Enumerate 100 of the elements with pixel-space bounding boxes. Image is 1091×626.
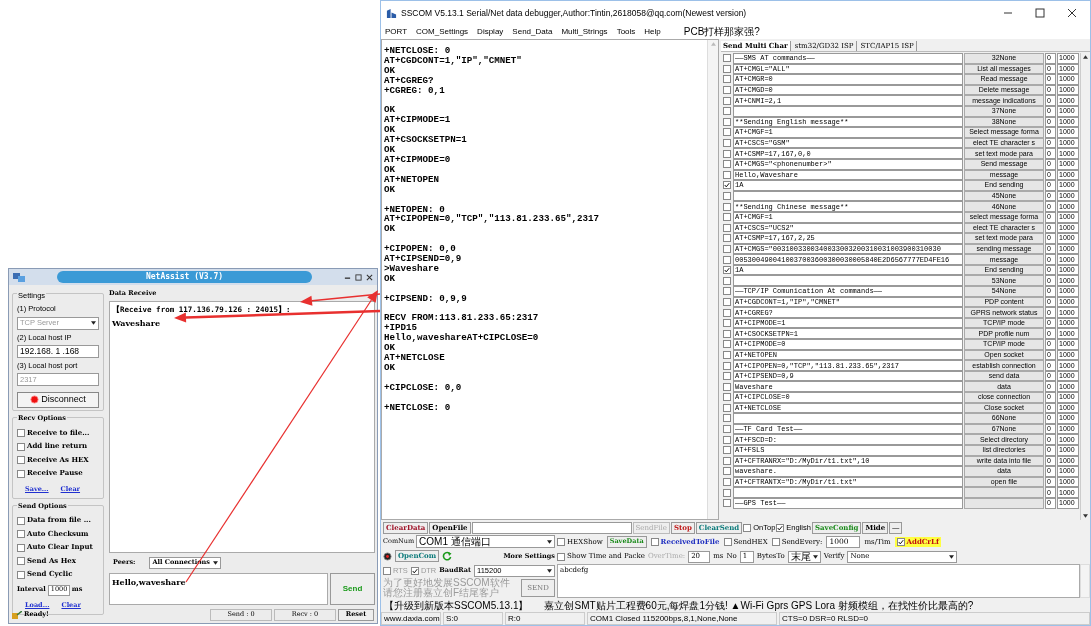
checkbox[interactable] bbox=[722, 382, 731, 391]
checkbox[interactable] bbox=[722, 329, 731, 338]
checkbox[interactable] bbox=[17, 469, 25, 478]
close-icon[interactable] bbox=[1067, 8, 1077, 18]
checkbox[interactable] bbox=[776, 524, 785, 532]
upgrade-text: 【升级到新版本SSCOM5.13.1】 bbox=[384, 598, 529, 613]
caret-icon bbox=[547, 568, 552, 573]
checkbox[interactable] bbox=[722, 107, 731, 116]
menu-item[interactable]: PCB打样那家强? bbox=[683, 26, 760, 38]
checkbox[interactable] bbox=[17, 442, 25, 451]
checkbox[interactable] bbox=[722, 319, 731, 328]
checkbox[interactable] bbox=[722, 340, 731, 349]
checkbox[interactable] bbox=[722, 54, 731, 63]
checkbox[interactable] bbox=[722, 456, 731, 465]
checkbox[interactable] bbox=[557, 552, 565, 561]
maximize-icon[interactable] bbox=[1035, 8, 1045, 18]
checkbox[interactable] bbox=[896, 538, 905, 546]
checkbox[interactable] bbox=[722, 425, 731, 434]
checkbox[interactable] bbox=[722, 192, 731, 200]
checkbox[interactable] bbox=[722, 308, 731, 317]
checkbox[interactable] bbox=[17, 557, 25, 565]
menu-item[interactable]: Tools bbox=[616, 26, 636, 38]
checkbox[interactable] bbox=[722, 117, 731, 126]
scroll-down-icon[interactable] bbox=[1082, 514, 1088, 518]
command-field[interactable] bbox=[733, 275, 963, 287]
checkbox[interactable] bbox=[722, 403, 731, 412]
received-text: Waveshare bbox=[112, 317, 162, 329]
checkbox[interactable] bbox=[722, 96, 731, 105]
checkbox[interactable] bbox=[722, 202, 731, 211]
checkbox[interactable] bbox=[722, 488, 731, 497]
ip-field[interactable]: 192.168. 1 .168 bbox=[17, 344, 99, 358]
caret-icon bbox=[812, 554, 818, 559]
command-field[interactable] bbox=[733, 105, 963, 117]
send-string-button[interactable] bbox=[964, 497, 1044, 509]
checkbox[interactable] bbox=[722, 499, 731, 508]
checkbox[interactable] bbox=[722, 255, 731, 264]
checkbox[interactable] bbox=[743, 524, 752, 532]
checkbox[interactable] bbox=[722, 350, 731, 359]
checkbox[interactable] bbox=[722, 86, 731, 95]
checkbox[interactable] bbox=[17, 570, 25, 579]
checkbox[interactable] bbox=[722, 297, 731, 306]
com-port-dropdown[interactable]: COM1 通信端口 bbox=[416, 535, 555, 549]
scroll-up-icon[interactable] bbox=[1082, 55, 1088, 59]
bytes-to-dropdown[interactable]: 末尾 bbox=[787, 550, 821, 563]
checkbox[interactable] bbox=[722, 245, 731, 253]
checkbox[interactable] bbox=[17, 530, 25, 538]
menu-item[interactable]: Multi_Strings bbox=[561, 26, 608, 38]
checkbox[interactable] bbox=[722, 64, 731, 73]
checkbox[interactable] bbox=[722, 181, 731, 190]
menu-item[interactable]: Display bbox=[477, 26, 504, 38]
checkbox[interactable] bbox=[722, 414, 731, 423]
menu-item[interactable]: COM_Settings bbox=[416, 26, 469, 38]
send-input[interactable]: Hello,waveshare bbox=[109, 573, 328, 605]
disconnect-button[interactable]: Disconnect bbox=[17, 392, 99, 408]
checkbox[interactable] bbox=[722, 361, 731, 370]
checkbox[interactable] bbox=[722, 446, 731, 455]
menu-item[interactable]: Help bbox=[644, 26, 661, 38]
checkbox[interactable] bbox=[722, 276, 731, 285]
checkbox[interactable] bbox=[722, 234, 731, 243]
file-path-field[interactable] bbox=[471, 522, 632, 534]
scrollbar[interactable] bbox=[1080, 564, 1090, 598]
checkbox[interactable] bbox=[722, 478, 731, 487]
checkbox[interactable] bbox=[17, 543, 25, 552]
scrollbar[interactable] bbox=[1080, 53, 1089, 520]
caret-icon bbox=[213, 561, 219, 565]
checkbox[interactable] bbox=[722, 149, 731, 158]
scrollbar[interactable] bbox=[707, 40, 718, 519]
close-icon[interactable] bbox=[366, 273, 373, 281]
caret-icon bbox=[949, 554, 955, 559]
checkbox[interactable] bbox=[722, 393, 731, 402]
menu-item[interactable]: PORT bbox=[385, 26, 408, 38]
checkbox[interactable] bbox=[650, 538, 659, 546]
checkbox[interactable] bbox=[722, 266, 731, 275]
promo-text: 请您注册嘉立创F结尾客户 bbox=[383, 588, 500, 598]
checkbox[interactable] bbox=[722, 160, 731, 169]
checkbox[interactable] bbox=[17, 516, 25, 525]
menu-item[interactable]: Send_Data bbox=[512, 26, 553, 38]
checkbox[interactable] bbox=[17, 429, 25, 437]
caret-icon bbox=[91, 321, 96, 325]
ad-text: 嘉立创SMT贴片工程费60元,每焊盘1分钱! ▲Wi-Fi Gprs GPS Lora 射频模组，在找性价比最高的? bbox=[544, 598, 974, 613]
checkbox[interactable] bbox=[722, 75, 731, 84]
refresh-icon[interactable] bbox=[442, 551, 453, 562]
send-string-button[interactable] bbox=[964, 487, 1044, 498]
checkbox[interactable] bbox=[722, 287, 731, 296]
checkbox[interactable] bbox=[722, 435, 731, 444]
checkbox[interactable] bbox=[723, 538, 732, 546]
command-field[interactable] bbox=[733, 487, 963, 498]
checkbox[interactable] bbox=[722, 170, 731, 179]
command-field[interactable] bbox=[733, 413, 963, 424]
command-field[interactable] bbox=[733, 190, 963, 202]
checkbox[interactable] bbox=[722, 213, 731, 222]
checkbox[interactable] bbox=[722, 372, 731, 381]
checkbox[interactable] bbox=[17, 456, 25, 464]
maximize-icon[interactable] bbox=[355, 273, 362, 281]
checkbox[interactable] bbox=[722, 223, 731, 232]
checkbox[interactable] bbox=[557, 538, 565, 546]
checkbox[interactable] bbox=[722, 128, 731, 137]
checkbox[interactable] bbox=[722, 467, 731, 476]
checkbox[interactable] bbox=[722, 139, 731, 148]
checkbox[interactable] bbox=[771, 538, 780, 546]
